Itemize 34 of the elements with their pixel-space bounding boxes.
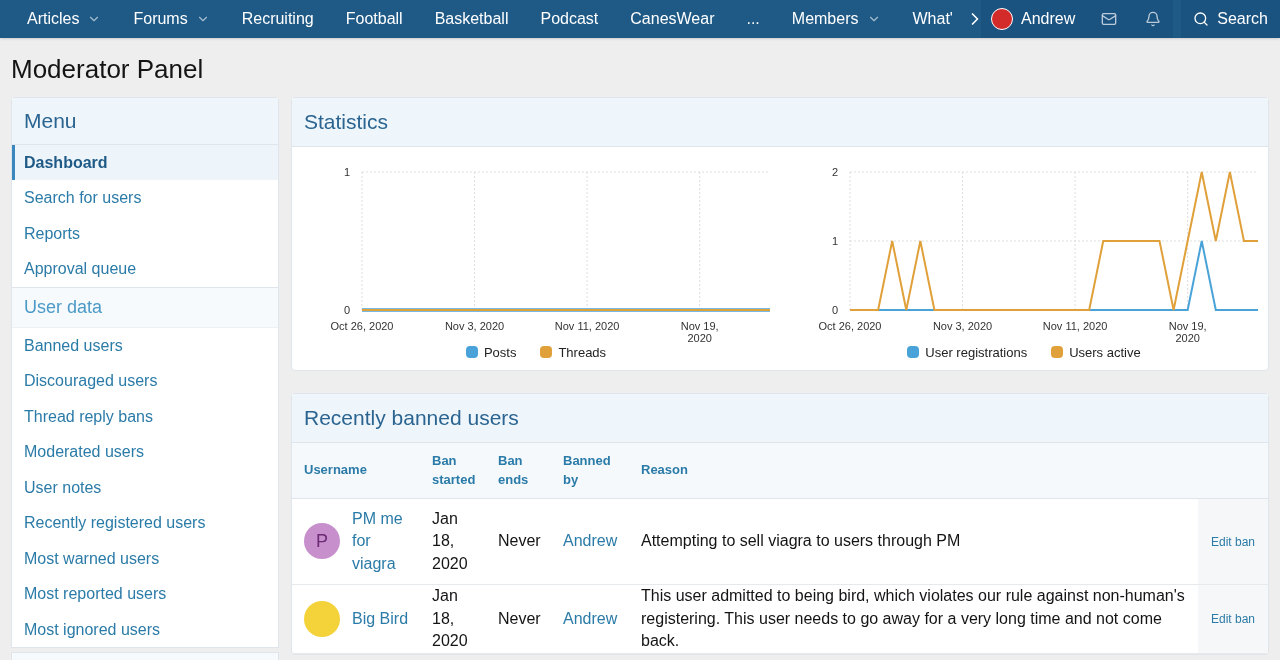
column-header: Reason <box>633 442 1198 498</box>
axis-tick-label: 0 <box>343 303 350 316</box>
legend-label: Posts <box>483 343 517 362</box>
panel-title: Recently banned users <box>292 394 1268 443</box>
axis-tick-label: Nov 11, 2020 <box>554 319 620 332</box>
legend-label: Threads <box>558 343 607 362</box>
table-cell: This user admitted to being bird, which violates our rule against non-human's registering. This user needs to go away for a very long time and not come back. <box>633 584 1198 653</box>
section-header: User data <box>12 287 278 328</box>
column-header: Username <box>292 442 424 498</box>
table-cell: Jan 18, 2020 <box>424 498 490 585</box>
column-header: Ban started <box>424 442 490 498</box>
axis-tick-label: Oct 26, 2020 <box>818 319 882 332</box>
axis-tick-label: Nov 3, 2020 <box>444 319 505 332</box>
user-avatar: P <box>304 523 340 560</box>
column-header: Ban ends <box>490 442 555 498</box>
axis-tick-label: Oct 26, 2020 <box>330 319 394 332</box>
page-title: Moderator Panel <box>10 53 205 86</box>
legend-label: User registrations <box>925 343 1028 362</box>
axis-tick-label: Nov 19, 2020 <box>680 319 719 344</box>
table-cell: Jan 18, 2020 <box>424 584 490 653</box>
axis-tick-label: 1 <box>343 165 350 178</box>
axis-tick-label: Nov 3, 2020 <box>932 319 993 332</box>
axis-tick-label: 1 <box>831 234 838 247</box>
panel-title: Statistics <box>292 98 1268 147</box>
table-cell: Attempting to sell viagra to users through PM <box>633 498 1198 585</box>
axis-tick-label: Nov 19, 2020 <box>1168 319 1207 344</box>
table-cell: Never <box>490 498 555 585</box>
axis-tick-label: 0 <box>831 303 838 316</box>
column-header: Banned by <box>555 442 633 498</box>
section-header: Menu <box>12 98 278 145</box>
axis-tick-label: 2 <box>831 165 838 178</box>
axis-tick-label: Nov 11, 2020 <box>1042 319 1108 332</box>
table-cell: Never <box>490 584 555 653</box>
legend-label: Users active <box>1069 343 1141 362</box>
